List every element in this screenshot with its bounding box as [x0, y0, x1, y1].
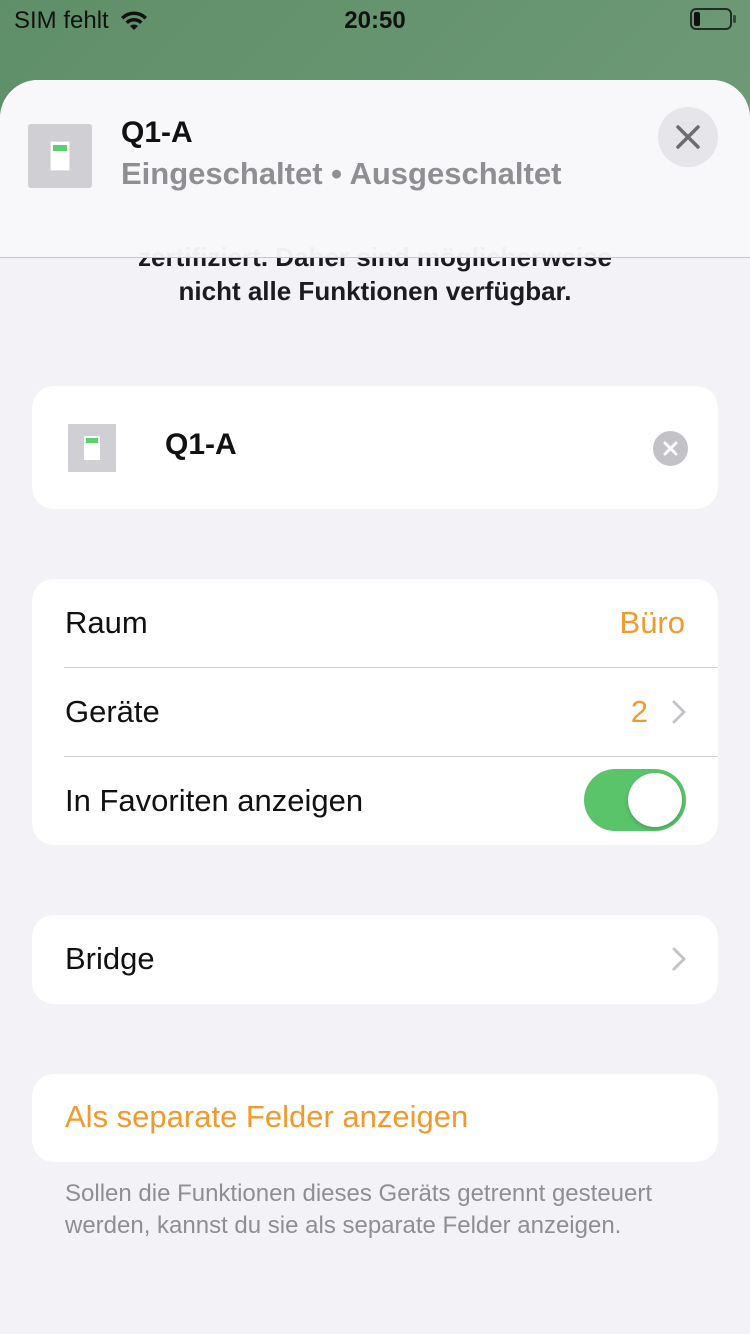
room-label: Raum: [65, 605, 148, 640]
clear-name-button[interactable]: [653, 431, 688, 466]
room-row[interactable]: Raum Büro: [32, 579, 718, 668]
name-card: Q1-A: [32, 386, 718, 509]
battery-icon: [690, 8, 736, 30]
bridge-label: Bridge: [65, 941, 155, 976]
bridge-card: Bridge: [32, 915, 718, 1004]
close-button[interactable]: [658, 107, 718, 167]
devices-label: Geräte: [65, 694, 160, 729]
separate-tiles-button[interactable]: Als separate Felder anzeigen: [65, 1099, 468, 1135]
close-icon: [676, 125, 700, 149]
devices-count: 2: [630, 694, 648, 729]
devices-row[interactable]: Geräte 2: [32, 668, 718, 757]
accessory-settings-sheet: Q1-A Eingeschaltet • Ausgeschaltet zerti…: [0, 80, 750, 1334]
bridge-row[interactable]: Bridge: [32, 915, 718, 1004]
chevron-right-icon: [672, 700, 686, 724]
room-value: Büro: [619, 605, 685, 640]
favorites-row: In Favoriten anzeigen: [32, 757, 718, 846]
favorites-toggle[interactable]: [584, 769, 686, 831]
sheet-header: Q1-A Eingeschaltet • Ausgeschaltet: [0, 80, 750, 258]
clock: 20:50: [344, 7, 406, 34]
separate-tiles-footnote: Sollen die Funktionen dieses Geräts getr…: [65, 1180, 653, 1239]
separate-tiles-card[interactable]: Als separate Felder anzeigen: [32, 1074, 718, 1162]
chevron-right-icon: [672, 947, 686, 971]
clear-icon: [663, 441, 678, 456]
accessory-status: Eingeschaltet • Ausgeschaltet: [121, 156, 562, 191]
accessory-title: Q1-A: [121, 116, 193, 149]
accessory-name-field[interactable]: Q1-A: [165, 428, 237, 462]
settings-card: Raum Büro Geräte 2 In Favoriten anzeigen: [32, 579, 718, 845]
notice-line: nicht alle Funktionen verfügbar.: [178, 276, 572, 306]
switch-tile-icon: [28, 124, 92, 188]
status-bar: SIM fehlt 20:50: [0, 0, 750, 44]
switch-tile-icon-small: [68, 424, 116, 472]
favorites-label: In Favoriten anzeigen: [65, 783, 364, 818]
